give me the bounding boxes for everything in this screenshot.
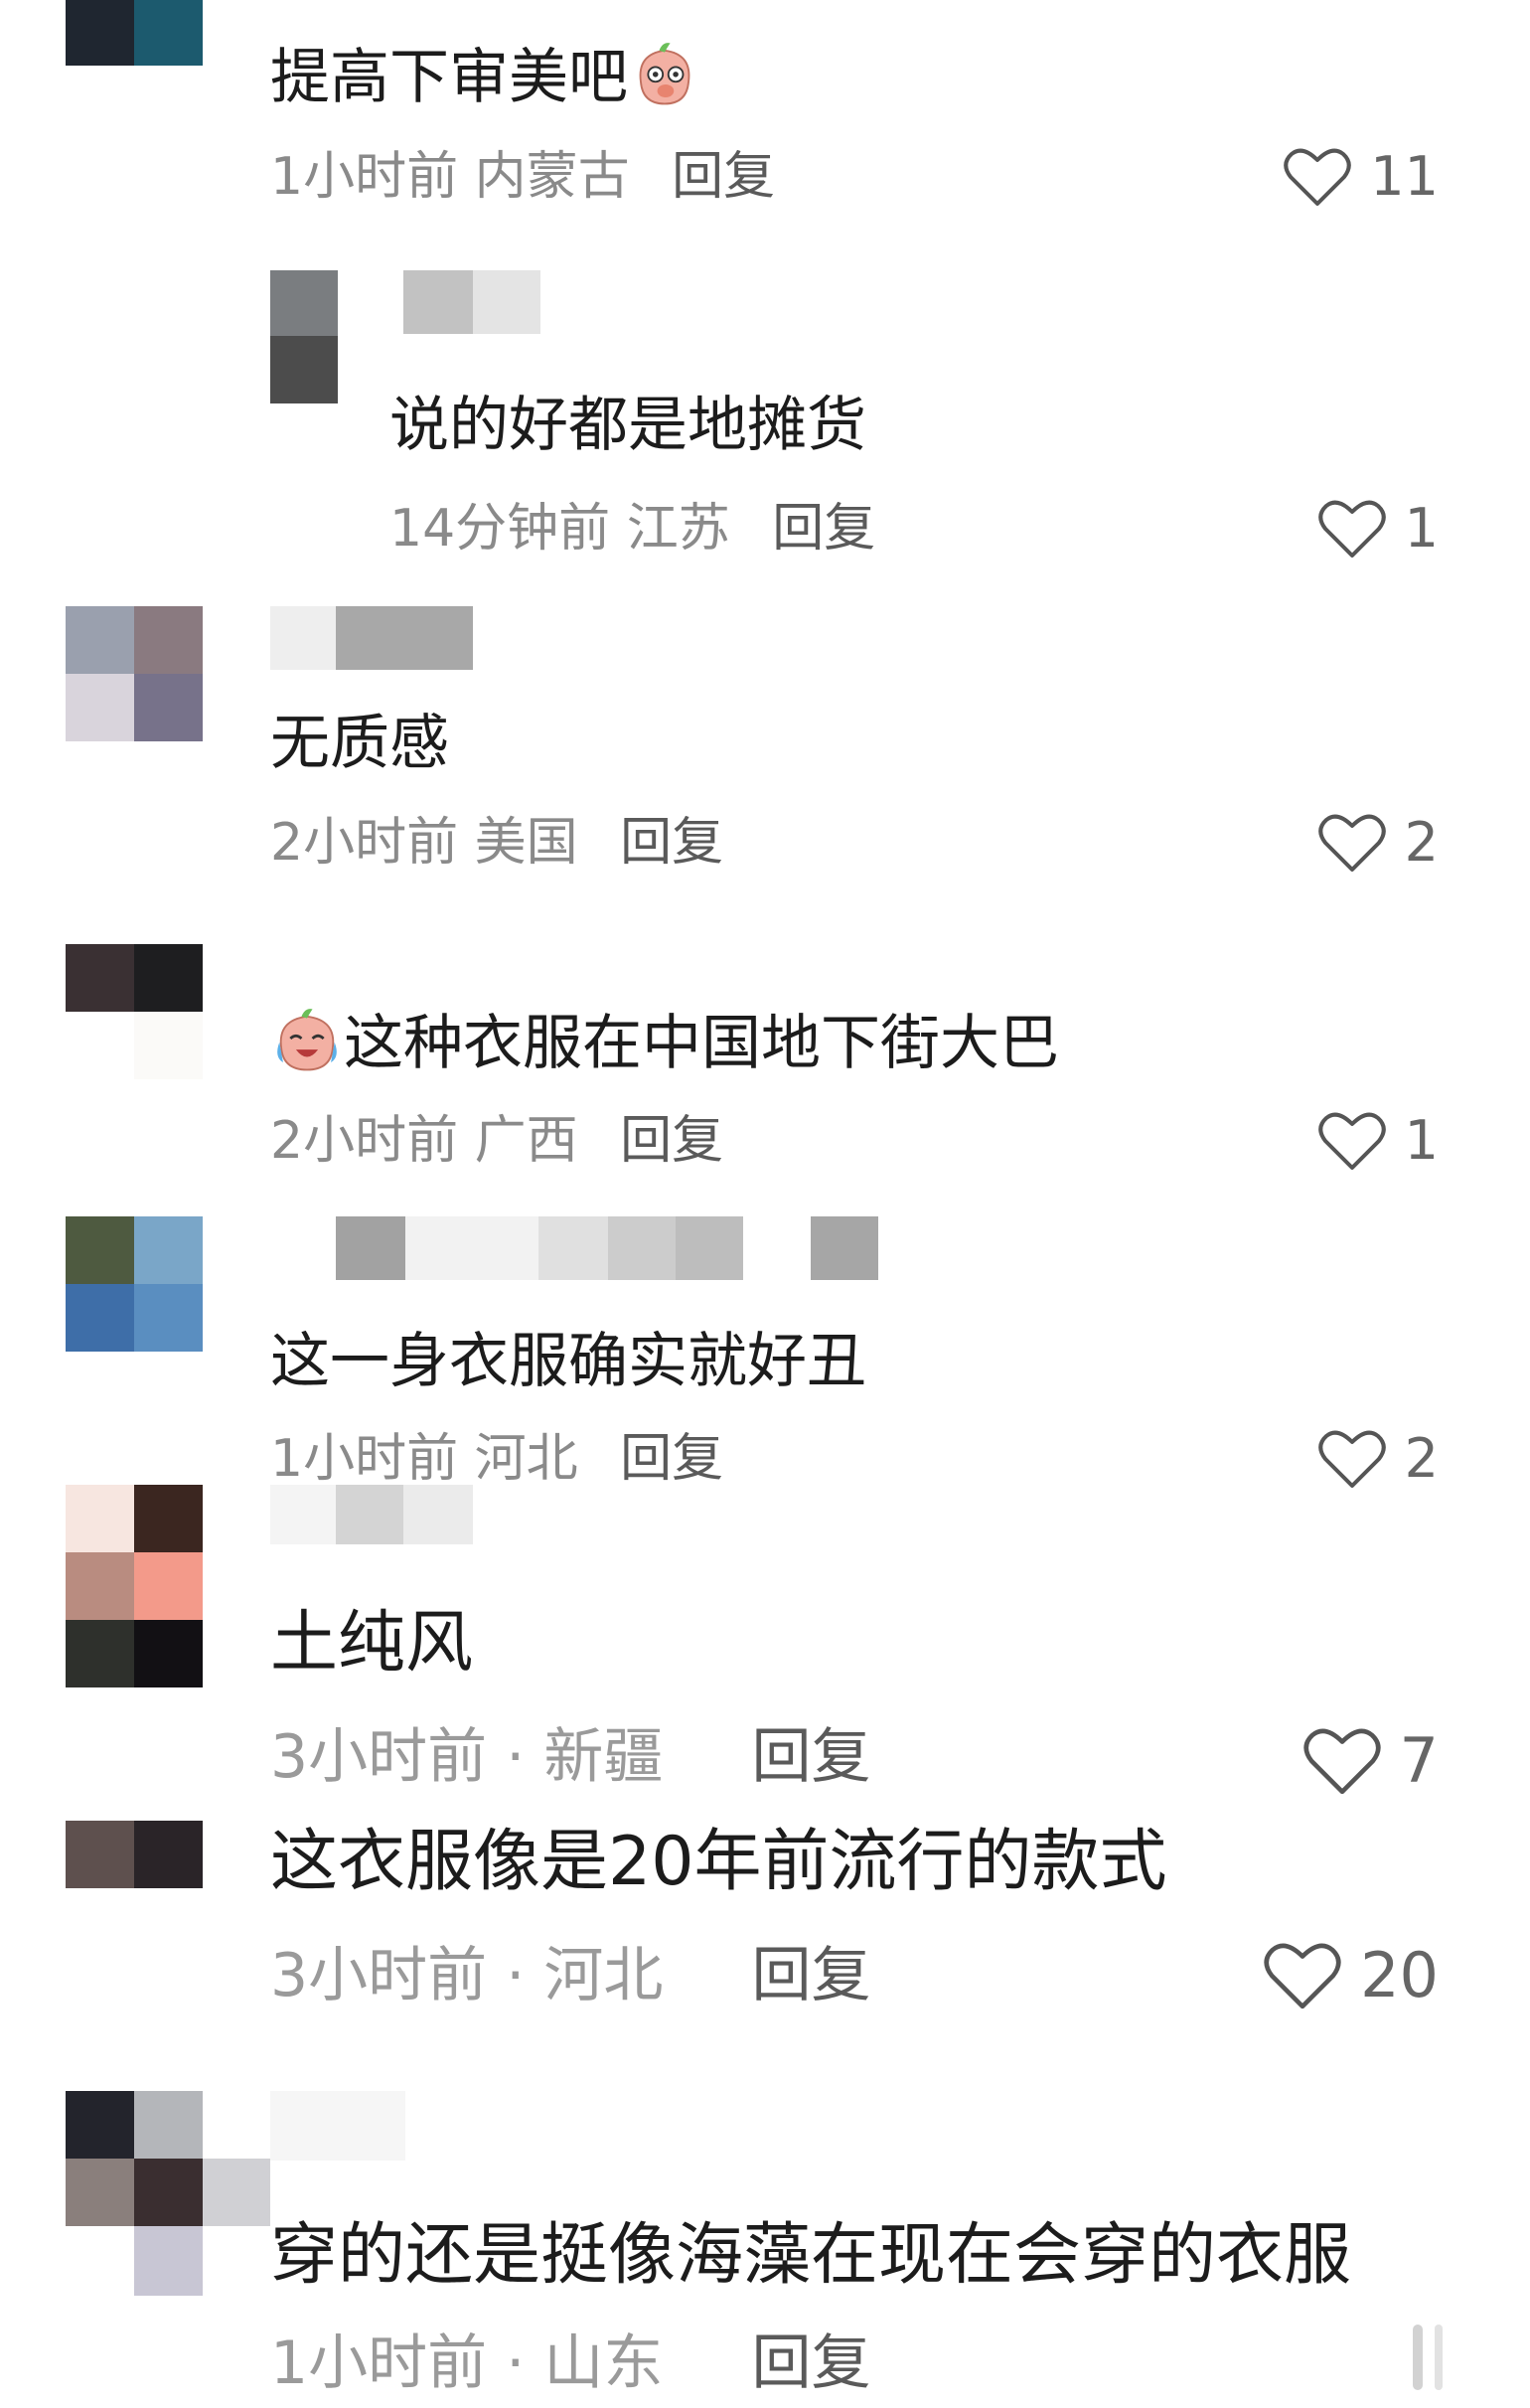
reply-button[interactable]: 回复 [620,1111,723,1171]
avatar[interactable] [66,1821,203,1888]
comment-text: 穿的还是挺像海藻在现在会穿的衣服 [270,2216,1352,2295]
comment-text: 说的好都是地摊货 [389,391,866,460]
comment-location: 江苏 [626,499,730,559]
heart-icon [1317,814,1386,872]
like-count: 7 [1399,1724,1439,1797]
like-count: 1 [1404,1109,1439,1172]
scrollbar-handle[interactable] [1407,2321,1451,2394]
comment-time: 1小时前 [270,2328,488,2398]
comment-meta: 3小时前 · 河北 回复 [270,1941,871,2010]
username-blurred[interactable] [270,606,473,670]
comment-location: 河北 [474,1429,578,1489]
like-button[interactable]: 20 [1263,1940,1439,2011]
like-count: 2 [1404,811,1439,874]
like-button[interactable]: 1 [1317,497,1439,561]
reply-button[interactable]: 回复 [751,1722,870,1792]
comment-time: 1小时前 [270,147,459,207]
avatar[interactable] [66,1216,203,1352]
heart-icon [1264,1943,1341,2009]
comment-meta: 3小时前 · 新疆 回复 [270,1722,871,1792]
comment-meta: 1小时前 · 山东 回复 [270,2328,871,2398]
comment-location: 内蒙古 [474,147,630,207]
like-button[interactable]: 11 [1283,145,1439,209]
comment-time: 3小时前 [270,1722,488,1792]
like-button[interactable]: 7 [1302,1725,1439,1797]
like-count: 20 [1360,1939,1439,2011]
heart-icon [1284,148,1352,206]
avatar[interactable] [66,944,203,1079]
heart-icon [1317,1430,1386,1488]
comment-text: 这衣服像是20年前流行的款式 [270,1823,1167,1901]
avatar[interactable] [66,1485,203,1687]
reply-button[interactable]: 回复 [672,147,775,207]
comment-text: 提高下审美吧 [270,36,701,117]
comment-location: 美国 [474,813,578,873]
comment-text: 这一身衣服确实就好丑 [270,1327,866,1396]
like-button[interactable]: 2 [1317,1427,1439,1491]
comment-location: 山东 [543,2328,664,2398]
avatar[interactable] [66,606,203,741]
like-button[interactable]: 2 [1317,811,1439,875]
comment-meta: 1小时前 河北 回复 [270,1427,723,1491]
username-blurred[interactable] [270,1485,473,1544]
comment-meta: 14分钟前 江苏 回复 [389,497,875,561]
avatar[interactable] [270,270,338,403]
comment-meta: 1小时前 内蒙古 回复 [270,145,775,209]
comment-meta: 2小时前 广西 回复 [270,1109,723,1173]
comment-text: 土纯风 [270,1604,474,1683]
comment-time: 14分钟前 [389,499,611,559]
comment-time: 2小时前 [270,813,459,873]
username-blurred[interactable] [336,1216,878,1280]
reply-button[interactable]: 回复 [772,499,875,559]
comment-location: 广西 [474,1111,578,1171]
username-blurred[interactable] [270,2091,405,2161]
like-button[interactable]: 1 [1317,1109,1439,1173]
reply-button[interactable]: 回复 [620,1429,723,1489]
reply-button[interactable]: 回复 [620,813,723,873]
avatar[interactable] [66,2091,270,2296]
reply-button[interactable]: 回复 [751,2328,870,2398]
heart-icon [1317,1112,1386,1170]
avatar[interactable] [66,0,203,66]
like-count: 2 [1404,1427,1439,1490]
heart-icon [1317,500,1386,558]
heart-icon [1302,1728,1381,1795]
like-count: 11 [1370,145,1439,208]
comment-location: 河北 [543,1941,664,2010]
comment-location: 新疆 [543,1722,664,1792]
covering-mouth-emoji-icon [639,43,690,105]
comment-time: 1小时前 [270,1429,459,1489]
comment-time: 3小时前 [270,1941,488,2010]
comment-text: 这种衣服在中国地下街大巴 [270,1002,1059,1083]
comment-meta: 2小时前 美国 回复 [270,811,723,875]
comment-text: 无质感 [270,709,449,778]
username-blurred[interactable] [403,270,540,334]
crying-laughing-emoji-icon [277,1009,337,1071]
comment-time: 2小时前 [270,1111,459,1171]
like-count: 1 [1404,497,1439,560]
reply-button[interactable]: 回复 [751,1941,870,2010]
